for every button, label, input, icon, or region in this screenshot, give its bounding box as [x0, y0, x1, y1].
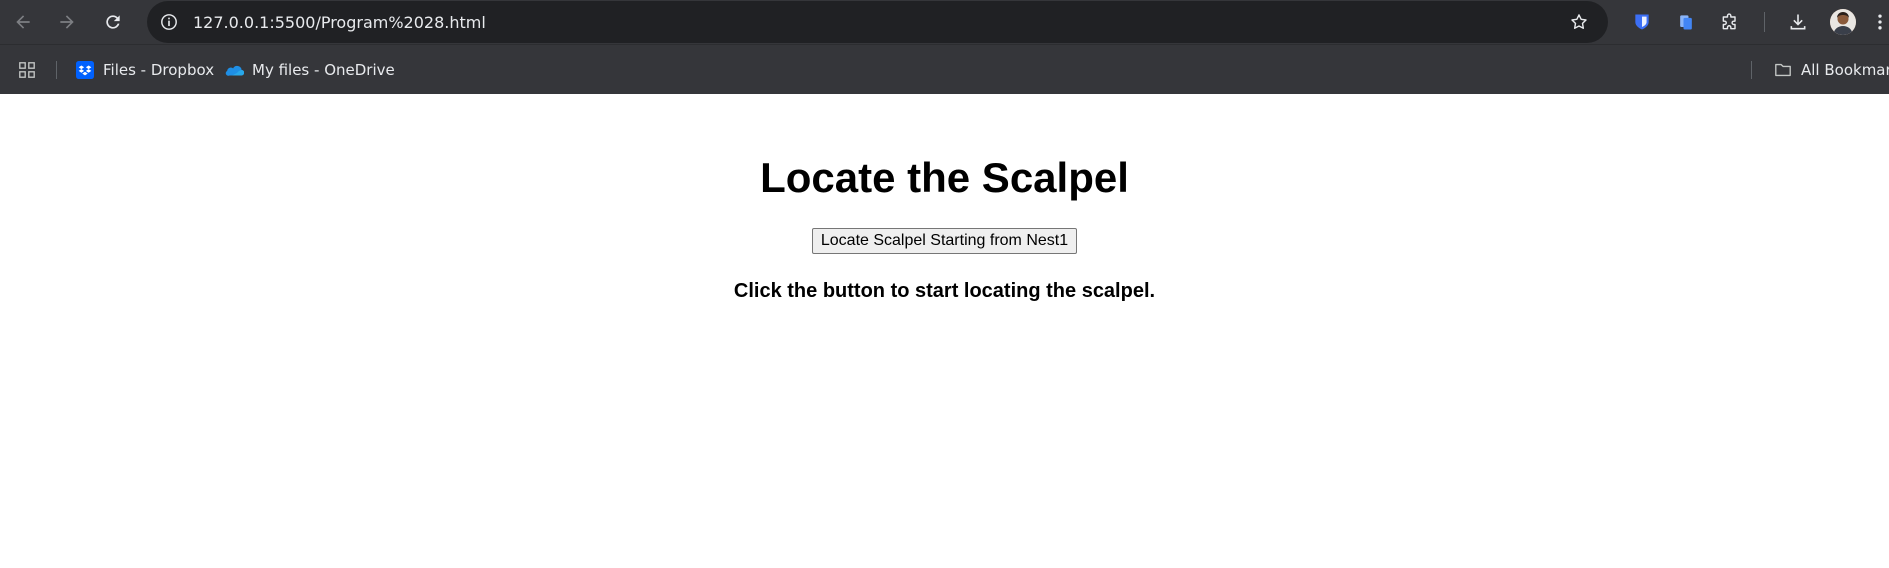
browser-menu-icon[interactable]	[1874, 10, 1886, 34]
all-bookmarks-label: All Bookmark	[1801, 61, 1889, 79]
locate-scalpel-button[interactable]: Locate Scalpel Starting from Nest1	[811, 228, 1078, 254]
browser-toolbar: 127.0.0.1:5500/Program%2028.html	[0, 0, 1889, 44]
forward-arrow-icon	[60, 15, 74, 29]
onedrive-icon	[224, 60, 244, 80]
profile-avatar[interactable]	[1830, 9, 1856, 35]
page-content: Locate the Scalpel Locate Scalpel Starti…	[0, 94, 1889, 568]
downloads-icon[interactable]	[1786, 10, 1810, 34]
docs-extension-icon[interactable]	[1674, 10, 1698, 34]
dropbox-icon	[75, 60, 95, 80]
apps-grid-icon[interactable]	[18, 59, 36, 81]
bookmark-dropbox[interactable]: Files - Dropbox	[75, 59, 214, 81]
bitwarden-extension-icon[interactable]	[1630, 10, 1654, 34]
url-text[interactable]: 127.0.0.1:5500/Program%2028.html	[193, 13, 486, 32]
bookmarks-divider	[56, 61, 57, 79]
bookmark-star-icon[interactable]	[1568, 11, 1590, 33]
forward-button[interactable]	[55, 10, 79, 34]
reload-icon	[106, 15, 120, 29]
folder-icon	[1773, 60, 1793, 80]
reload-button[interactable]	[101, 10, 125, 34]
bookmark-label: My files - OneDrive	[252, 61, 395, 79]
address-bar[interactable]: 127.0.0.1:5500/Program%2028.html	[147, 1, 1608, 43]
all-bookmarks-button[interactable]: All Bookmark	[1773, 59, 1889, 81]
site-info-icon[interactable]	[159, 12, 179, 32]
extensions-puzzle-icon[interactable]	[1718, 10, 1742, 34]
button-container: Locate Scalpel Starting from Nest1	[0, 228, 1889, 254]
bookmark-label: Files - Dropbox	[103, 61, 215, 79]
bookmarks-bar: Files - Dropbox My files - OneDrive All …	[0, 44, 1889, 94]
page-title: Locate the Scalpel	[760, 154, 1129, 201]
bookmarks-divider	[1751, 61, 1752, 79]
back-button[interactable]	[11, 10, 35, 34]
back-arrow-icon	[16, 15, 30, 29]
status-message: Click the button to start locating the s…	[733, 280, 1156, 302]
bookmark-onedrive[interactable]: My files - OneDrive	[224, 59, 395, 81]
toolbar-divider	[1764, 12, 1765, 32]
